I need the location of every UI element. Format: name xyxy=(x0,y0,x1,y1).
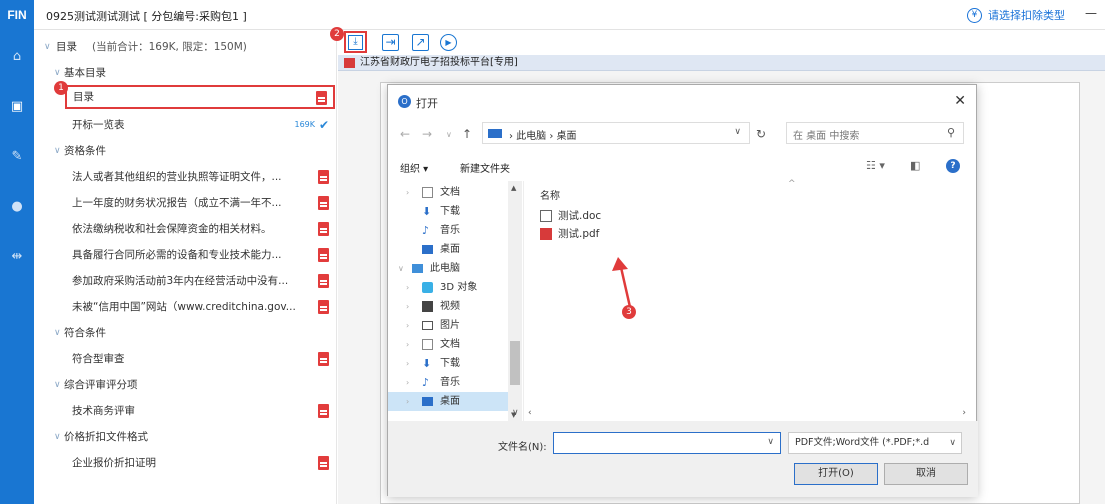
export-button[interactable]: ↗ xyxy=(412,34,429,51)
tree-group-label: 综合评审评分项 xyxy=(64,379,138,391)
pdf-icon[interactable] xyxy=(318,404,329,418)
tree-group-label: 符合条件 xyxy=(64,327,106,339)
pdf-icon[interactable] xyxy=(316,91,327,105)
tree-root-stats: (当前合计：169K, 限定：150M) xyxy=(92,41,247,53)
deduct-type-selector[interactable]: ¥ 请选择扣除类型 xyxy=(967,7,1065,23)
open-button[interactable]: 打开(O) xyxy=(794,463,878,485)
pdf-icon[interactable] xyxy=(318,248,329,262)
app-title: 0925测试测试测试 [ 分包编号:采购包1 ] xyxy=(46,10,247,23)
tree-item-label: 具备履行合同所必需的设备和专业技术能力... xyxy=(72,249,282,261)
dialog-footer: 文件名(N): ∨ PDF文件;Word文件 (*.PDF;*.d ∨ 打开(O… xyxy=(388,421,978,497)
doc-tab-label: 江苏省财政厅电子招投标平台[专用] xyxy=(360,57,518,68)
tree-item[interactable]: 符合型审查 xyxy=(34,346,337,372)
pdf-icon[interactable] xyxy=(318,352,329,366)
edit-icon[interactable]: ✎ xyxy=(10,150,24,164)
tree-group-basic[interactable]: ∨ 基本目录 xyxy=(34,60,337,86)
tree-group-label: 价格折扣文件格式 xyxy=(64,431,148,443)
yuan-icon: ¥ xyxy=(967,7,982,23)
tree-item-catalog[interactable]: 目录 xyxy=(65,85,335,109)
deduct-type-label: 请选择扣除类型 xyxy=(988,9,1065,22)
open-file-dialog: O 打开 ✕ ← → ∨ ↑ › 此电脑 › 桌面 ∨ ↻ 在 桌面 中搜索 ⚲… xyxy=(387,84,978,497)
tree-item-label: 技术商务评审 xyxy=(72,405,135,417)
pdf-icon[interactable] xyxy=(318,456,329,470)
pdf-icon[interactable] xyxy=(318,196,329,210)
pdf-icon[interactable] xyxy=(318,274,329,288)
chevron-down-icon: ∨ xyxy=(54,380,61,390)
tree-item[interactable]: 企业报价折扣证明 xyxy=(34,450,337,476)
tree-item-label: 上一年度的财务状况报告（成立不满一年不... xyxy=(72,197,282,209)
pdf-icon[interactable] xyxy=(318,300,329,314)
tree-item[interactable]: 上一年度的财务状况报告（成立不满一年不... xyxy=(34,190,337,216)
chevron-down-icon: ∨ xyxy=(949,438,956,448)
tree-group-label: 资格条件 xyxy=(64,145,106,157)
chevron-down-icon: ∨ xyxy=(54,432,61,442)
tree-item-label: 参加政府采购活动前3年内在经营活动中没有... xyxy=(72,275,289,287)
minimize-button[interactable]: — xyxy=(1085,6,1097,20)
split-icon[interactable]: ⇹ xyxy=(10,250,24,264)
left-nav: ⌂ ▣ ✎ ● ⇹ xyxy=(0,30,34,504)
doc-tab[interactable]: 江苏省财政厅电子招投标平台[专用] xyxy=(338,55,1105,71)
check-icon: ✔ xyxy=(318,118,329,132)
top-bar: FIN 0925测试测试测试 [ 分包编号:采购包1 ] ¥ 请选择扣除类型 — xyxy=(0,0,1105,30)
tree-item[interactable]: 技术商务评审 xyxy=(34,398,337,424)
chevron-down-icon: ∨ xyxy=(54,146,61,156)
tree-root[interactable]: ∨ 目录 (当前合计：169K, 限定：150M) xyxy=(34,34,337,60)
filter-value: PDF文件;Word文件 (*.PDF;*.d xyxy=(795,437,930,448)
tree-group-scoring[interactable]: ∨ 综合评审评分项 xyxy=(34,372,337,398)
file-type-filter[interactable]: PDF文件;Word文件 (*.PDF;*.d ∨ xyxy=(788,432,962,454)
upload-file-button[interactable]: ⤓ xyxy=(344,31,367,53)
tree-item-label: 法人或者其他组织的营业执照等证明文件，... xyxy=(72,171,282,183)
import-button[interactable]: ⇥ xyxy=(382,34,399,51)
tree-item-label: 企业报价折扣证明 xyxy=(72,457,156,469)
chevron-down-icon: ∨ xyxy=(44,42,51,52)
tree-item[interactable]: 法人或者其他组织的营业执照等证明文件，... xyxy=(34,164,337,190)
play-button[interactable]: ▶ xyxy=(440,34,457,51)
tree-item[interactable]: 未被“信用中国”网站（www.creditchina.gov... xyxy=(34,294,337,320)
catalog-tree: ∨ 目录 (当前合计：169K, 限定：150M) ∨ 基本目录 目录 1 开标… xyxy=(34,30,337,504)
tree-item-label: 依法缴纳税收和社会保障资金的相关材料。 xyxy=(72,223,272,235)
pdf-icon xyxy=(344,58,355,68)
cancel-button[interactable]: 取消 xyxy=(884,463,968,485)
tree-group-label: 基本目录 xyxy=(64,67,106,79)
doc-toolbar: ⤓ ⇥ ↗ ▶ xyxy=(338,30,1105,55)
chevron-down-icon: ∨ xyxy=(54,328,61,338)
tree-item[interactable]: 具备履行合同所必需的设备和专业技术能力... xyxy=(34,242,337,268)
document-icon[interactable]: ▣ xyxy=(10,100,24,114)
tree-item-label: 符合型审查 xyxy=(72,353,125,365)
tree-group-qualification[interactable]: ∨ 资格条件 xyxy=(34,138,337,164)
tree-item[interactable]: 参加政府采购活动前3年内在经营活动中没有... xyxy=(34,268,337,294)
tree-item[interactable]: 依法缴纳税收和社会保障资金的相关材料。 xyxy=(34,216,337,242)
file-size-label: 169K xyxy=(294,120,315,129)
step-badge-3: 3 xyxy=(622,305,636,319)
user-icon[interactable]: ● xyxy=(10,200,24,214)
tree-group-price-discount[interactable]: ∨ 价格折扣文件格式 xyxy=(34,424,337,450)
step-badge-1: 1 xyxy=(54,81,68,95)
tree-item-label: 开标一览表 xyxy=(72,119,125,131)
home-icon[interactable]: ⌂ xyxy=(10,50,24,64)
pdf-icon[interactable] xyxy=(318,170,329,184)
filename-input[interactable]: ∨ xyxy=(553,432,781,454)
tree-item-label: 目录 xyxy=(73,91,94,103)
chevron-down-icon[interactable]: ∨ xyxy=(767,437,774,447)
tree-item-bid-summary[interactable]: 开标一览表 169K ✔ xyxy=(34,112,337,138)
app-logo: FIN xyxy=(0,0,34,30)
tree-group-conformance[interactable]: ∨ 符合条件 xyxy=(34,320,337,346)
tree-root-label: 目录 xyxy=(56,41,77,53)
pdf-icon[interactable] xyxy=(318,222,329,236)
step-badge-2: 2 xyxy=(330,27,344,41)
filename-label: 文件名(N): xyxy=(498,442,547,453)
tree-item-label: 未被“信用中国”网站（www.creditchina.gov... xyxy=(72,301,296,313)
